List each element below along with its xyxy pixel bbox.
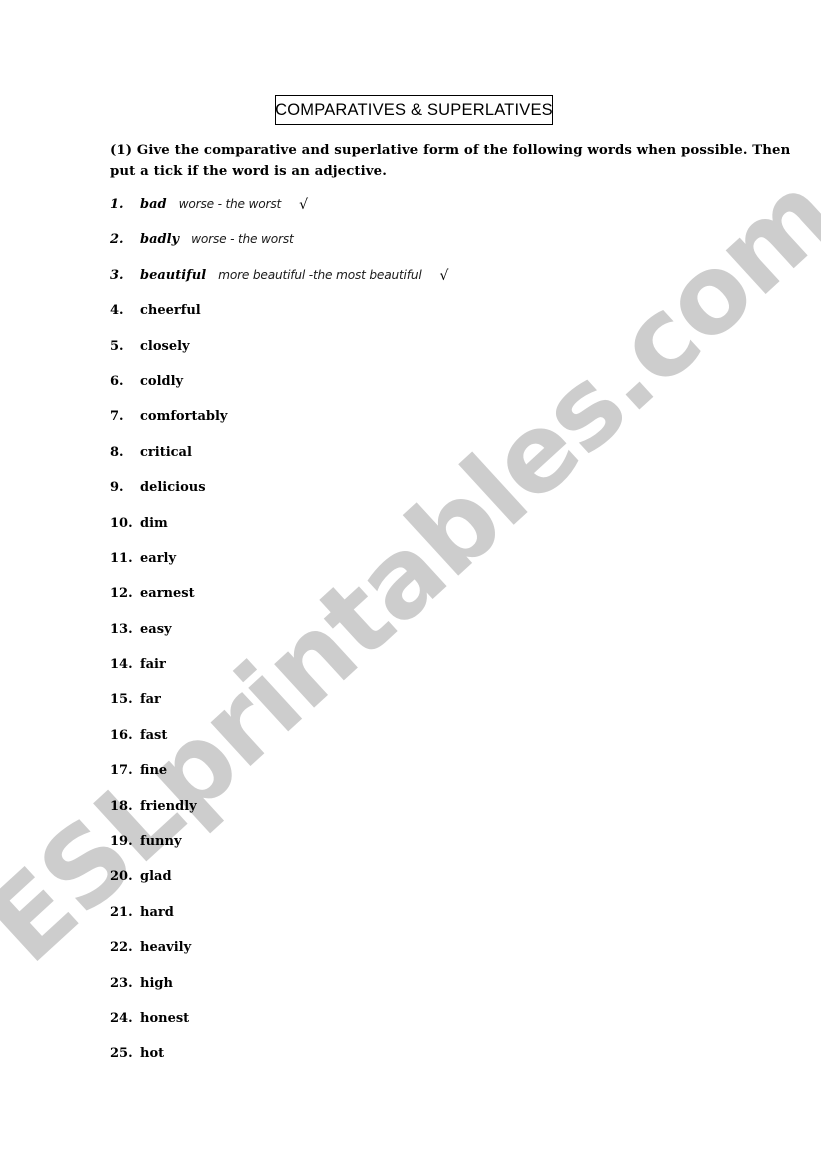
word-item-text: cheerful — [140, 303, 201, 319]
word-item-number: 5. — [110, 338, 124, 354]
word-item-number: 4. — [110, 303, 124, 319]
word-item-number: 13. — [110, 621, 133, 637]
word-item-number: 8. — [110, 444, 124, 460]
word-item-number: 12. — [110, 586, 133, 602]
word-item-text: beautiful — [140, 267, 207, 283]
word-item-answer[interactable]: worse - the worst — [191, 232, 294, 246]
word-item-text: dim — [140, 515, 168, 531]
word-item-number: 16. — [110, 727, 133, 743]
word-list-item: 10. dim — [110, 516, 750, 551]
word-item-number: 23. — [110, 975, 133, 991]
word-list-item: 4. cheerful — [110, 303, 750, 338]
word-item-text: hard — [140, 904, 174, 920]
word-item-text: badly — [140, 232, 180, 248]
word-item-text: earnest — [140, 586, 195, 602]
check-mark-icon[interactable]: √ — [440, 268, 449, 284]
word-item-text: coldly — [140, 373, 184, 389]
word-list-item: 20. glad — [110, 869, 750, 904]
word-item-number: 9. — [110, 480, 124, 496]
word-list-item: 13. easy — [110, 622, 750, 657]
word-item-text: comfortably — [140, 409, 228, 425]
word-list-item: 23. high — [110, 976, 750, 1011]
word-item-number: 2. — [110, 232, 124, 248]
word-item-number: 20. — [110, 869, 133, 885]
word-list-item: 12. earnest — [110, 586, 750, 621]
page-title-box: COMPARATIVES & SUPERLATIVES — [275, 95, 553, 125]
word-item-text: heavily — [140, 940, 192, 956]
word-item-number: 25. — [110, 1046, 133, 1062]
word-item-number: 1. — [110, 197, 124, 212]
check-mark-icon[interactable]: √ — [299, 197, 308, 213]
word-list-item: 21. hard — [110, 905, 750, 940]
word-list-item: 5. closely — [110, 339, 750, 374]
word-item-text: high — [140, 975, 173, 991]
word-item-text: critical — [140, 444, 192, 460]
word-item-text: fine — [140, 763, 168, 779]
word-item-number: 22. — [110, 940, 133, 956]
word-item-number: 24. — [110, 1010, 133, 1026]
word-list-item: 16. fast — [110, 728, 750, 763]
word-list-item: 6. coldly — [110, 374, 750, 409]
word-list-item: 1. bad worse - the worst √ — [110, 197, 750, 232]
word-item-text: bad — [140, 197, 167, 212]
word-list-item: 7. comfortably — [110, 409, 750, 444]
word-item-answer[interactable]: more beautiful -the most beautiful — [218, 268, 422, 282]
word-item-text: funny — [140, 834, 182, 850]
word-item-number: 10. — [110, 515, 133, 531]
word-item-number: 19. — [110, 834, 133, 850]
word-list-item: 11. early — [110, 551, 750, 586]
word-item-number: 11. — [110, 550, 133, 566]
word-item-number: 3. — [110, 267, 124, 283]
word-list-item: 2. badly worse - the worst — [110, 232, 750, 267]
word-item-number: 6. — [110, 373, 124, 389]
word-list-item: 18. friendly — [110, 799, 750, 834]
word-item-number: 18. — [110, 798, 133, 814]
word-item-number: 21. — [110, 904, 133, 920]
page-title: COMPARATIVES & SUPERLATIVES — [275, 100, 553, 119]
word-item-number: 7. — [110, 409, 124, 425]
word-item-text: glad — [140, 869, 172, 885]
word-list-item: 17. fine — [110, 763, 750, 798]
word-item-text: hot — [140, 1046, 165, 1062]
word-list-item: 24. honest — [110, 1011, 750, 1046]
instructions: (1) Give the comparative and superlative… — [110, 140, 791, 182]
word-item-text: friendly — [140, 798, 197, 814]
worksheet-page: ESLprintables.com COMPARATIVES & SUPERLA… — [0, 0, 821, 1169]
word-list-item: 9. delicious — [110, 480, 750, 515]
word-item-text: honest — [140, 1010, 190, 1026]
word-list-item: 14. fair — [110, 657, 750, 692]
word-list-item: 19. funny — [110, 834, 750, 869]
word-list-item: 25. hot — [110, 1046, 750, 1081]
word-list-item: 8. critical — [110, 445, 750, 480]
instructions-line-1: (1) Give the comparative and superlative… — [110, 143, 791, 158]
word-item-text: early — [140, 550, 177, 566]
word-item-number: 17. — [110, 763, 133, 779]
word-item-number: 14. — [110, 657, 133, 673]
word-item-answer[interactable]: worse - the worst — [179, 197, 282, 211]
word-item-text: far — [140, 692, 161, 708]
word-list-item: 22. heavily — [110, 940, 750, 975]
word-item-text: closely — [140, 338, 190, 354]
word-list-item: 15. far — [110, 692, 750, 727]
word-item-text: delicious — [140, 480, 206, 496]
word-item-text: easy — [140, 621, 172, 637]
word-item-text: fast — [140, 727, 168, 743]
word-list: 1. bad worse - the worst √ 2. badly worse - th… — [110, 197, 750, 1082]
word-list-item: 3. beautiful more beautiful -the most beau… — [110, 268, 750, 303]
word-item-number: 15. — [110, 692, 133, 708]
instructions-line-2: put a tick if the word is an adjective. — [110, 164, 387, 179]
word-item-text: fair — [140, 657, 166, 673]
